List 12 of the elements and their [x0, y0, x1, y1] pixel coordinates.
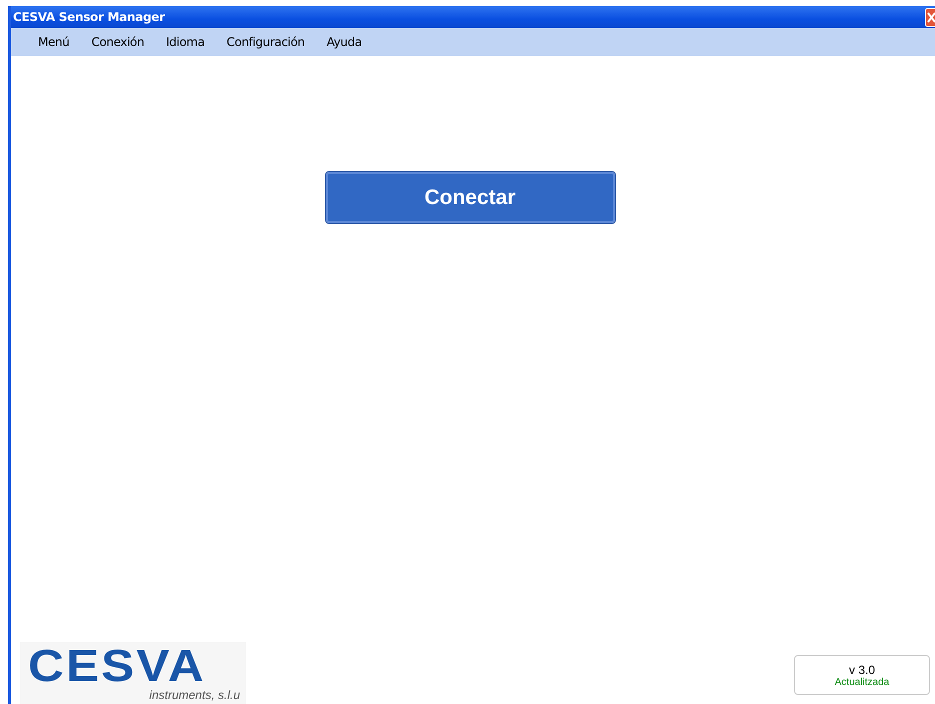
version-number: v 3.0: [848, 662, 875, 676]
update-status: Actualitzada: [834, 676, 890, 688]
menu-item[interactable]: Idioma: [155, 35, 216, 49]
window-title: CESVA Sensor Manager: [12, 10, 165, 24]
menu-item[interactable]: Configuración: [216, 35, 316, 49]
menu-item[interactable]: Ayuda: [316, 35, 373, 49]
logo-wordmark: CESVA: [28, 644, 206, 688]
logo-tagline: instruments, s.l.u: [149, 688, 241, 702]
menu-item[interactable]: Conexión: [80, 35, 156, 49]
connect-button[interactable]: Conectar: [326, 172, 614, 223]
close-icon[interactable]: [925, 8, 935, 26]
menu-item[interactable]: Menú: [27, 35, 80, 49]
